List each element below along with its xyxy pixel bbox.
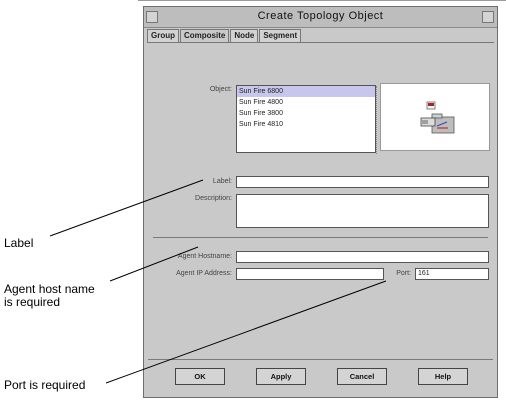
agent-host-callout-line2: is required	[4, 295, 61, 309]
port-callout: Port is required	[4, 378, 86, 392]
port-leader-line	[105, 280, 387, 384]
label-leader-line	[49, 179, 204, 237]
agent-host-leader-line	[109, 246, 199, 282]
callout-leaders	[49, 179, 387, 384]
label-callout: Label	[4, 236, 34, 250]
